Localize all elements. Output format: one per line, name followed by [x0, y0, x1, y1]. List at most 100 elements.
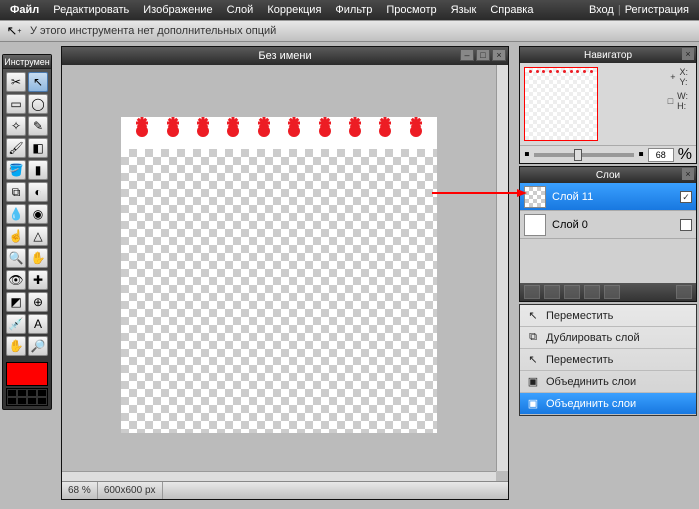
- bloat-tool[interactable]: ⊕: [28, 292, 48, 312]
- crosshair-icon: +: [670, 72, 675, 82]
- zoom-input[interactable]: 68: [648, 148, 674, 162]
- menu-edit[interactable]: Редактировать: [47, 2, 135, 18]
- zoom-slider[interactable]: ▪ ▪ 68 %: [520, 145, 696, 163]
- vertical-scrollbar[interactable]: [496, 65, 508, 471]
- navigator-thumbnail[interactable]: [524, 67, 598, 141]
- menu-layer[interactable]: Слой: [221, 2, 260, 18]
- new-layer-button[interactable]: [524, 285, 540, 299]
- type-tool[interactable]: A: [28, 314, 48, 334]
- color-swatches[interactable]: [6, 388, 48, 406]
- brush-tool[interactable]: 🖌: [6, 138, 26, 158]
- menu-image[interactable]: Изображение: [137, 2, 218, 18]
- horizontal-scrollbar[interactable]: [62, 471, 496, 481]
- shape-tool[interactable]: ◩: [6, 292, 26, 312]
- color-picker[interactable]: [6, 362, 48, 406]
- canvas-dimensions: 600x600 px: [98, 482, 163, 499]
- close-button[interactable]: ×: [492, 49, 506, 61]
- move-tool[interactable]: ↖: [28, 72, 48, 92]
- minimize-button[interactable]: –: [460, 49, 474, 61]
- move-icon: ↖: [526, 353, 540, 367]
- status-bar: 68 % 600x600 px: [62, 481, 508, 499]
- zoom-in-icon[interactable]: ▪: [638, 146, 644, 164]
- redeye-tool[interactable]: 👁: [6, 270, 26, 290]
- layer-row[interactable]: Слой 0: [520, 211, 696, 239]
- smudge-tool[interactable]: ☝: [6, 226, 26, 246]
- menu-view[interactable]: Просмотр: [380, 2, 442, 18]
- maximize-button[interactable]: □: [476, 49, 490, 61]
- pencil-tool[interactable]: ✎: [28, 116, 48, 136]
- duplicate-icon: ⧉: [526, 331, 540, 345]
- gear-shape: [225, 123, 241, 139]
- layer-name[interactable]: Слой 11: [552, 191, 593, 203]
- menu-filter[interactable]: Фильтр: [329, 2, 378, 18]
- register-link[interactable]: Регистрация: [625, 4, 689, 16]
- blur-tool[interactable]: 💧: [6, 204, 26, 224]
- visibility-checkbox[interactable]: [680, 219, 692, 231]
- delete-layer-button[interactable]: [564, 285, 580, 299]
- gradient-tool[interactable]: ▮: [28, 160, 48, 180]
- document-title: Без имени: [258, 50, 311, 62]
- navigator-title: Навигатор: [584, 50, 632, 61]
- ctx-merge-layers[interactable]: ▣Объединить слои: [520, 371, 696, 393]
- mask-button[interactable]: [544, 285, 560, 299]
- zoom-value: 68 %: [62, 482, 98, 499]
- move-icon: ↖: [526, 309, 540, 323]
- canvas[interactable]: [121, 117, 437, 433]
- burn-tool[interactable]: ✋: [28, 248, 48, 268]
- lasso-tool[interactable]: ◯: [28, 94, 48, 114]
- gear-shape: [286, 123, 302, 139]
- gear-shape: [377, 123, 393, 139]
- hand-tool[interactable]: ✋: [6, 336, 26, 356]
- bucket-tool[interactable]: 🪣: [6, 160, 26, 180]
- bounds-icon: □: [668, 96, 673, 106]
- ctx-move[interactable]: ↖Переместить: [520, 305, 696, 327]
- visibility-checkbox[interactable]: ✓: [680, 191, 692, 203]
- toolbox-title: Инструмен: [3, 55, 51, 69]
- up-button[interactable]: [584, 285, 600, 299]
- dodge-tool[interactable]: 🔍: [6, 248, 26, 268]
- document-titlebar[interactable]: Без имени – □ ×: [62, 47, 508, 65]
- gear-shape: [408, 123, 424, 139]
- ctx-move[interactable]: ↖Переместить: [520, 349, 696, 371]
- menu-help[interactable]: Справка: [484, 2, 539, 18]
- menu-language[interactable]: Язык: [445, 2, 483, 18]
- down-button[interactable]: [604, 285, 620, 299]
- gear-shape: [256, 123, 272, 139]
- gear-shape: [195, 123, 211, 139]
- heal-tool[interactable]: ✚: [28, 270, 48, 290]
- crop-tool[interactable]: ✂: [6, 72, 26, 92]
- layer-thumbnail[interactable]: [524, 186, 546, 208]
- sharpen-tool[interactable]: △: [28, 226, 48, 246]
- options-bar: ↖+ У этого инструмента нет дополнительны…: [0, 20, 699, 42]
- layer-row[interactable]: Слой 11 ✓: [520, 183, 696, 211]
- ctx-duplicate-layer[interactable]: ⧉Дублировать слой: [520, 327, 696, 349]
- settings-button[interactable]: [676, 285, 692, 299]
- navigator-panel: Навигатор× +X:Y: □W:H: ▪ ▪ 68 %: [519, 46, 697, 164]
- replace-tool[interactable]: ◐: [28, 182, 48, 202]
- menu-correction[interactable]: Коррекция: [261, 2, 327, 18]
- slider-thumb[interactable]: [574, 149, 582, 161]
- menubar: Файл Редактировать Изображение Слой Корр…: [0, 0, 699, 20]
- foreground-color[interactable]: [6, 362, 48, 386]
- zoom-tool[interactable]: 🔎: [28, 336, 48, 356]
- move-tool-icon: ↖+: [6, 23, 22, 39]
- gear-shape: [165, 123, 181, 139]
- canvas-area[interactable]: [62, 65, 496, 471]
- wand-tool[interactable]: ✧: [6, 116, 26, 136]
- clone-tool[interactable]: ⧉: [6, 182, 26, 202]
- zoom-out-icon[interactable]: ▪: [524, 146, 530, 164]
- marquee-tool[interactable]: ▭: [6, 94, 26, 114]
- menu-file[interactable]: Файл: [4, 2, 45, 18]
- ctx-merge-layers[interactable]: ▣Объединить слои: [520, 393, 696, 415]
- layer-name[interactable]: Слой 0: [552, 219, 588, 231]
- eyedrop-tool[interactable]: 💉: [6, 314, 26, 334]
- gear-shapes-row: [121, 123, 437, 143]
- gear-shape: [347, 123, 363, 139]
- login-link[interactable]: Вход: [589, 4, 614, 16]
- layer-thumbnail[interactable]: [524, 214, 546, 236]
- merge-icon: ▣: [526, 397, 540, 411]
- eraser-tool[interactable]: ◧: [28, 138, 48, 158]
- sponge-tool[interactable]: ◉: [28, 204, 48, 224]
- close-icon[interactable]: ×: [682, 48, 694, 60]
- close-icon[interactable]: ×: [682, 168, 694, 180]
